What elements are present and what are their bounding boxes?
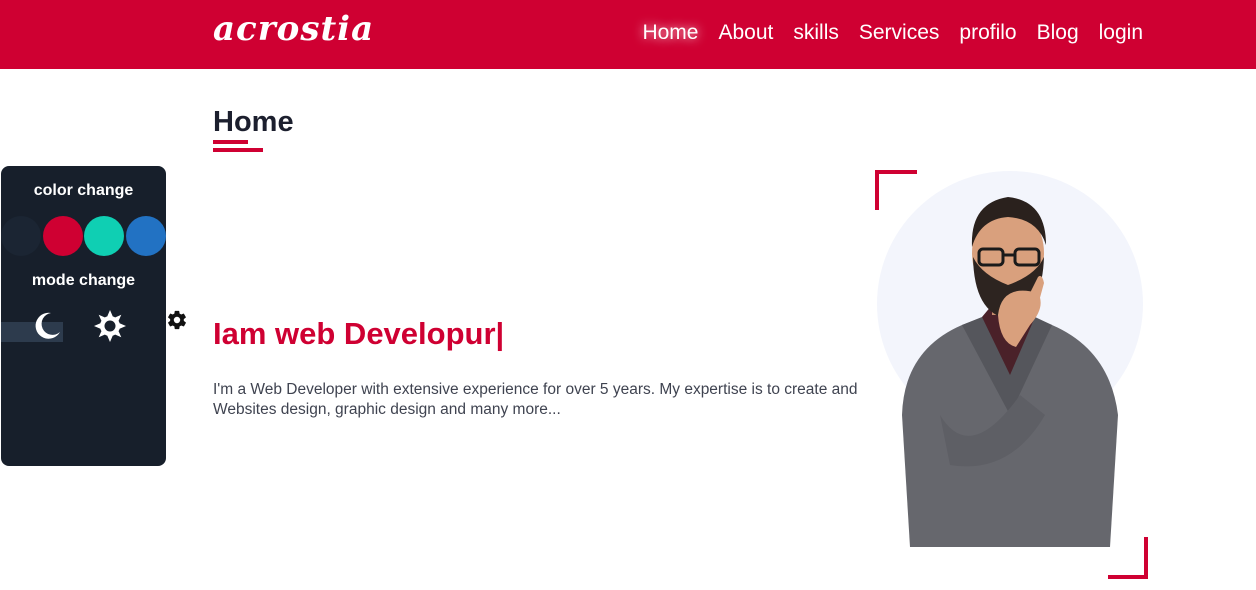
nav-item-skills[interactable]: skills	[793, 20, 839, 45]
section-title: Home	[213, 106, 294, 138]
title-underline-long	[213, 148, 263, 152]
color-change-heading: color change	[33, 182, 134, 199]
mode-change-heading: mode change	[31, 272, 136, 289]
nav-item-home[interactable]: Home	[642, 20, 698, 45]
nav-item-services[interactable]: Services	[859, 20, 940, 45]
top-navbar: acrostia Home About skills Services prof…	[0, 0, 1256, 69]
color-swatch-blue[interactable]	[126, 216, 166, 256]
gear-icon[interactable]	[166, 309, 188, 331]
moon-icon[interactable]	[29, 308, 65, 344]
hero-headline: Iam web Developur|	[213, 316, 504, 352]
developer-portrait	[870, 165, 1155, 585]
color-swatch-crimson[interactable]	[43, 216, 83, 256]
hero-headline-text: Iam web Developur	[213, 316, 496, 351]
nav-item-about[interactable]: About	[718, 20, 773, 45]
color-swatch-dark-navy[interactable]	[1, 216, 41, 256]
nav-links: Home About skills Services profilo Blog …	[642, 20, 1143, 45]
nav-item-login[interactable]: login	[1099, 20, 1143, 45]
brand-logo[interactable]: acrostia	[213, 9, 374, 49]
sun-icon[interactable]	[92, 308, 128, 344]
nav-item-profilo[interactable]: profilo	[959, 20, 1016, 45]
style-switcher-panel: color change mode change	[1, 166, 166, 466]
nav-item-blog[interactable]: Blog	[1037, 20, 1079, 45]
color-swatch-teal[interactable]	[84, 216, 124, 256]
typing-cursor: |	[495, 316, 505, 351]
hero-description: I'm a Web Developer with extensive exper…	[213, 381, 858, 418]
title-underline-short	[213, 140, 248, 144]
